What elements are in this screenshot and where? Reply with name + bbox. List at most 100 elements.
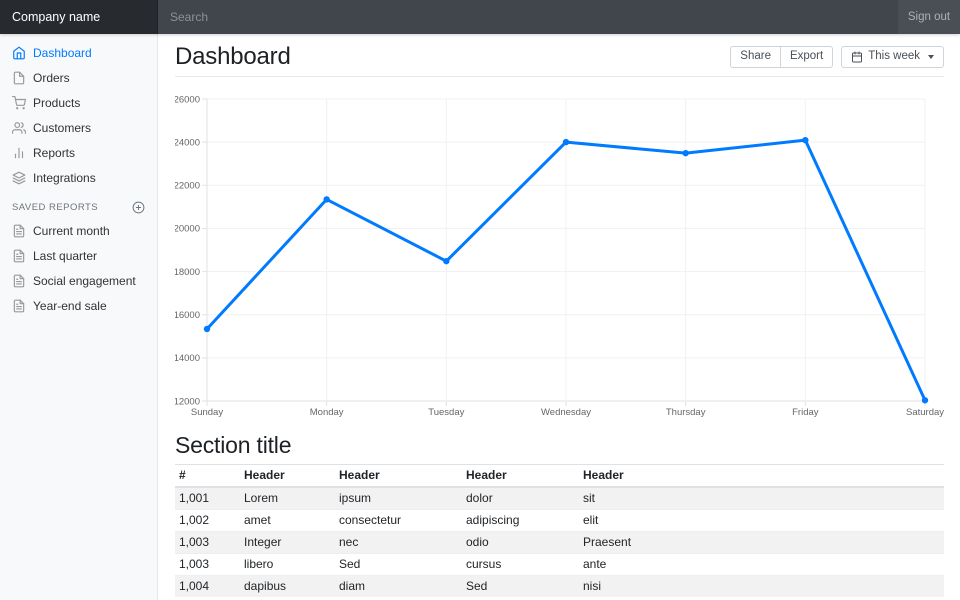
weekly-line-chart: 12000 14000 16000 18000 20000 22000 24000 26000… (175, 89, 947, 421)
y-tick-label: 24000 (175, 137, 200, 148)
x-tick-label: Thursday (666, 407, 706, 418)
x-tick-label: Sunday (191, 407, 223, 418)
x-tick-label: Wednesday (541, 407, 591, 418)
toolbar: Share Export This week (730, 46, 944, 68)
table-cell: 1,004 (175, 576, 240, 598)
brand-link[interactable]: Company name (0, 0, 158, 34)
y-tick-label: 20000 (175, 224, 200, 235)
sidebar-item-reports[interactable]: Reports (0, 140, 157, 165)
share-export-group: Share Export (730, 46, 833, 68)
table-cell: nisi (579, 576, 944, 598)
share-button[interactable]: Share (730, 46, 781, 68)
sidebar-item-orders[interactable]: Orders (0, 65, 157, 90)
sidebar-item-integrations[interactable]: Integrations (0, 165, 157, 190)
table-cell: Sed (335, 554, 462, 576)
data-point (682, 150, 688, 156)
y-tick-label: 26000 (175, 94, 200, 105)
sidebar-item-label: Products (33, 96, 80, 110)
column-header: Header (462, 465, 579, 488)
data-table: # Header Header Header Header 1,001 Lore… (175, 464, 944, 597)
home-icon (12, 46, 26, 60)
y-tick-label: 18000 (175, 267, 200, 278)
y-tick-label: 12000 (175, 396, 200, 407)
table-row: 1,004 dapibus diam Sed nisi (175, 576, 944, 598)
x-tick-label: Tuesday (428, 407, 464, 418)
file-text-icon (12, 274, 26, 288)
table-cell: sit (579, 487, 944, 510)
y-tick-label: 22000 (175, 181, 200, 192)
table-cell: 1,003 (175, 554, 240, 576)
sidebar-item-label: Customers (33, 121, 91, 135)
sidebar-item-label: Year-end sale (33, 299, 107, 313)
sidebar-item-label: Social engagement (33, 274, 136, 288)
y-tick-label: 16000 (175, 310, 200, 321)
data-point (323, 196, 329, 202)
table-cell: 1,001 (175, 487, 240, 510)
table-cell: ante (579, 554, 944, 576)
table-cell: adipiscing (462, 510, 579, 532)
data-point (204, 326, 210, 332)
sidebar-item-social-engagement[interactable]: Social engagement (0, 268, 157, 293)
sign-out-link[interactable]: Sign out (898, 0, 960, 34)
chevron-down-icon (928, 55, 934, 59)
sidebar-item-last-quarter[interactable]: Last quarter (0, 243, 157, 268)
table-cell: Integer (240, 532, 335, 554)
table-cell: 1,002 (175, 510, 240, 532)
layers-icon (12, 171, 26, 185)
table-cell: libero (240, 554, 335, 576)
users-icon (12, 121, 26, 135)
column-header: Header (579, 465, 944, 488)
sidebar-item-customers[interactable]: Customers (0, 115, 157, 140)
sidebar-item-label: Reports (33, 146, 75, 160)
file-text-icon (12, 299, 26, 313)
table-cell: odio (462, 532, 579, 554)
table-row: 1,002 amet consectetur adipiscing elit (175, 510, 944, 532)
table-cell: amet (240, 510, 335, 532)
calendar-icon (851, 51, 863, 63)
sidebar: Dashboard Orders Products Customers Repo… (0, 34, 158, 600)
main-content: Dashboard Share Export This week 12000 14… (158, 34, 960, 600)
table-cell: 1,003 (175, 532, 240, 554)
sidebar-item-label: Dashboard (33, 46, 92, 60)
y-tick-label: 14000 (175, 353, 200, 364)
sidebar-item-current-month[interactable]: Current month (0, 218, 157, 243)
sidebar-item-year-end-sale[interactable]: Year-end sale (0, 293, 157, 318)
plus-circle-icon[interactable] (132, 201, 145, 214)
table-row: 1,003 libero Sed cursus ante (175, 554, 944, 576)
search-input[interactable] (158, 0, 898, 34)
sidebar-item-label: Current month (33, 224, 110, 238)
table-cell: ipsum (335, 487, 462, 510)
table-cell: dolor (462, 487, 579, 510)
week-dropdown-button[interactable]: This week (841, 46, 944, 68)
sidebar-item-dashboard[interactable]: Dashboard (0, 40, 157, 65)
saved-reports-heading-label: Saved reports (12, 202, 98, 213)
table-body: 1,001 Lorem ipsum dolor sit 1,002 amet c… (175, 487, 944, 597)
bar-chart-icon (12, 146, 26, 160)
table-cell: cursus (462, 554, 579, 576)
file-text-icon (12, 224, 26, 238)
data-point (443, 258, 449, 264)
chart-container: 12000 14000 16000 18000 20000 22000 24000 26000… (175, 89, 944, 421)
table-head: # Header Header Header Header (175, 465, 944, 488)
table-cell: Sed (462, 576, 579, 598)
table-cell: elit (579, 510, 944, 532)
x-tick-label: Saturday (906, 407, 944, 418)
saved-reports-heading: Saved reports (0, 200, 157, 214)
x-tick-label: Friday (792, 407, 819, 418)
sidebar-item-products[interactable]: Products (0, 90, 157, 115)
table-cell: dapibus (240, 576, 335, 598)
table-cell: Lorem (240, 487, 335, 510)
export-button[interactable]: Export (780, 46, 833, 68)
section-title: Section title (175, 433, 944, 457)
top-navbar: Company name Sign out (0, 0, 960, 34)
page-title: Dashboard (175, 44, 291, 70)
table-cell: Praesent (579, 532, 944, 554)
table-row: 1,001 Lorem ipsum dolor sit (175, 487, 944, 510)
column-header: Header (335, 465, 462, 488)
sidebar-item-label: Integrations (33, 171, 96, 185)
sidebar-item-label: Orders (33, 71, 70, 85)
shopping-cart-icon (12, 96, 26, 110)
column-header: Header (240, 465, 335, 488)
column-header: # (175, 465, 240, 488)
table-header-row: # Header Header Header Header (175, 465, 944, 488)
